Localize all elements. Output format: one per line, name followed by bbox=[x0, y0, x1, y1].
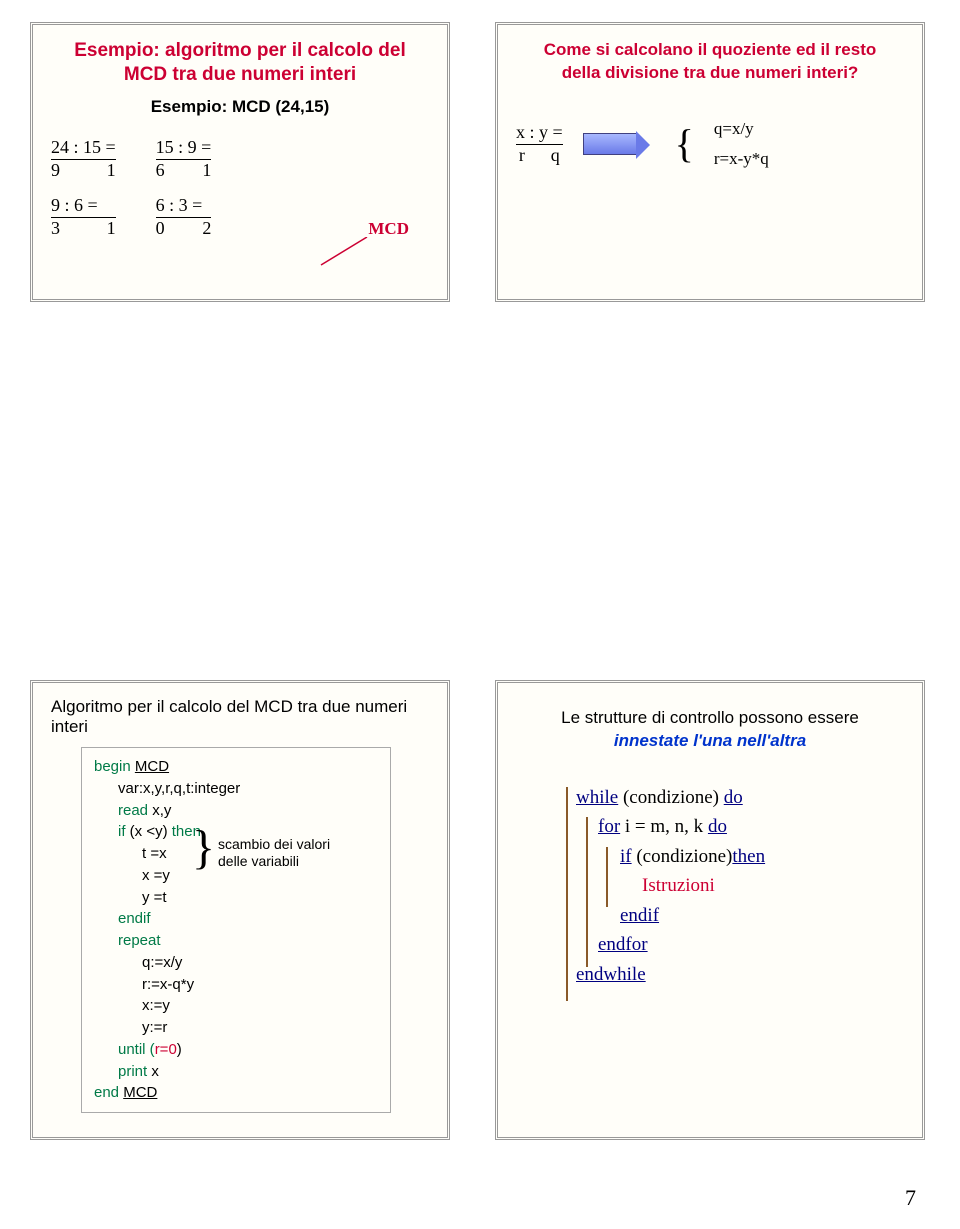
xy-r: r bbox=[519, 145, 525, 166]
div-top: 24 : 15 = bbox=[51, 137, 116, 160]
eq-q: q=x/y bbox=[714, 119, 769, 139]
code-yt: y =t bbox=[94, 887, 378, 909]
while-cond: (condizione) bbox=[618, 787, 724, 808]
xy-q: q bbox=[551, 145, 560, 166]
div-top: 6 : 3 = bbox=[156, 195, 212, 218]
slide4-title-l1: Le strutture di controllo possono essere bbox=[561, 708, 859, 727]
close-paren: ) bbox=[177, 1041, 182, 1058]
kw-print: print bbox=[118, 1063, 147, 1080]
slide2-title-l1: Come si calcolano il quoziente ed il res… bbox=[544, 40, 877, 59]
page-number: 7 bbox=[905, 1185, 916, 1211]
xy-top: x : y = bbox=[516, 122, 563, 145]
kw-for: for bbox=[598, 816, 620, 837]
nesting-bar-3 bbox=[606, 847, 608, 907]
kw-if: if bbox=[620, 846, 632, 867]
kw-then: then bbox=[732, 846, 765, 867]
if-cond: (condizione) bbox=[632, 846, 733, 867]
brace-icon: { bbox=[675, 128, 694, 160]
kw-endif: endif bbox=[94, 908, 378, 930]
kw-end: end bbox=[94, 1084, 123, 1101]
slide1-subtitle: Esempio: MCD (24,15) bbox=[51, 97, 429, 117]
slide4-code: while (condizione) do for i = m, n, k do… bbox=[516, 783, 904, 989]
xy-block: x : y = r q bbox=[516, 122, 563, 166]
slide-3: Algoritmo per il calcolo del MCD tra due… bbox=[30, 680, 450, 1140]
slide1-title-l1: Esempio: algoritmo per il calcolo del bbox=[74, 40, 406, 61]
kw-read: read bbox=[118, 802, 148, 819]
div-top: 9 : 6 = bbox=[51, 195, 116, 218]
div-r: 3 bbox=[51, 218, 60, 239]
slide-4: Le strutture di controllo possono essere… bbox=[495, 680, 925, 1140]
slide-2: Come si calcolano il quoziente ed il res… bbox=[495, 22, 925, 302]
qr-block: q=x/y r=x-y*q bbox=[714, 119, 769, 169]
mcd-pointer-line bbox=[319, 237, 369, 267]
div-q: 1 bbox=[107, 218, 116, 239]
div-r: 9 bbox=[51, 160, 60, 181]
slide2-title: Come si calcolano il quoziente ed il res… bbox=[516, 39, 904, 85]
kw-while: while bbox=[576, 787, 618, 808]
kw-do2: do bbox=[708, 816, 727, 837]
mcd-label: MCD bbox=[368, 219, 409, 239]
code-box: begin MCD var:x,y,r,q,t:integer read x,y… bbox=[81, 747, 391, 1113]
div-r: 0 bbox=[156, 218, 165, 239]
kw-endwhile: endwhile bbox=[576, 960, 904, 989]
instructions: Istruzioni bbox=[576, 871, 904, 900]
kw-endif2: endif bbox=[576, 901, 904, 930]
slide1-divisions: 24 : 15 = 9 1 9 : 6 = 3 1 15 : 9 = 6 1 6 : … bbox=[51, 137, 429, 239]
div-q: 2 bbox=[202, 218, 211, 239]
nesting-bar-1 bbox=[566, 787, 568, 1001]
slide1-title-l2: MCD tra due numeri interi bbox=[124, 64, 356, 85]
div-q: 1 bbox=[107, 160, 116, 181]
for-range: i = m, n, k bbox=[620, 816, 708, 837]
kw-endfor: endfor bbox=[576, 930, 904, 959]
code-r: r:=x-q*y bbox=[94, 974, 378, 996]
slide3-title: Algoritmo per il calcolo del MCD tra due… bbox=[51, 697, 429, 737]
code-yy: y:=r bbox=[94, 1017, 378, 1039]
code-var: var:x,y,r,q,t:integer bbox=[94, 778, 378, 800]
div-r: 6 bbox=[156, 160, 165, 181]
code-q: q:=x/y bbox=[94, 952, 378, 974]
code-xx: x:=y bbox=[94, 995, 378, 1017]
slide2-row: x : y = r q { q=x/y r=x-y*q bbox=[516, 119, 904, 169]
annot-l1: scambio dei valori bbox=[218, 836, 330, 852]
div-top: 15 : 9 = bbox=[156, 137, 212, 160]
eq-r: r=x-y*q bbox=[714, 149, 769, 169]
arrow-icon bbox=[583, 133, 637, 155]
kw-do: do bbox=[724, 787, 743, 808]
kw-begin: begin bbox=[94, 758, 135, 775]
mcd-name-end: MCD bbox=[123, 1084, 157, 1101]
slide-1: Esempio: algoritmo per il calcolo del MC… bbox=[30, 22, 450, 302]
slide4-title-l2: innestate l'una nell'altra bbox=[614, 731, 806, 750]
slide4-title: Le strutture di controllo possono essere… bbox=[516, 707, 904, 753]
kw-repeat: repeat bbox=[94, 930, 378, 952]
nesting-bar-2 bbox=[586, 817, 588, 967]
kw-until: until ( bbox=[118, 1041, 155, 1058]
swap-annotation: scambio dei valori delle variabili bbox=[218, 836, 330, 870]
div-q: 1 bbox=[202, 160, 211, 181]
slide2-title-l2: della divisione tra due numeri interi? bbox=[562, 63, 859, 82]
kw-if: if bbox=[118, 823, 126, 840]
cond-r0: r=0 bbox=[155, 1041, 177, 1058]
mcd-name: MCD bbox=[135, 758, 169, 775]
slide1-title: Esempio: algoritmo per il calcolo del MC… bbox=[51, 39, 429, 87]
right-brace-icon: } bbox=[192, 824, 215, 872]
annot-l2: delle variabili bbox=[218, 853, 299, 869]
